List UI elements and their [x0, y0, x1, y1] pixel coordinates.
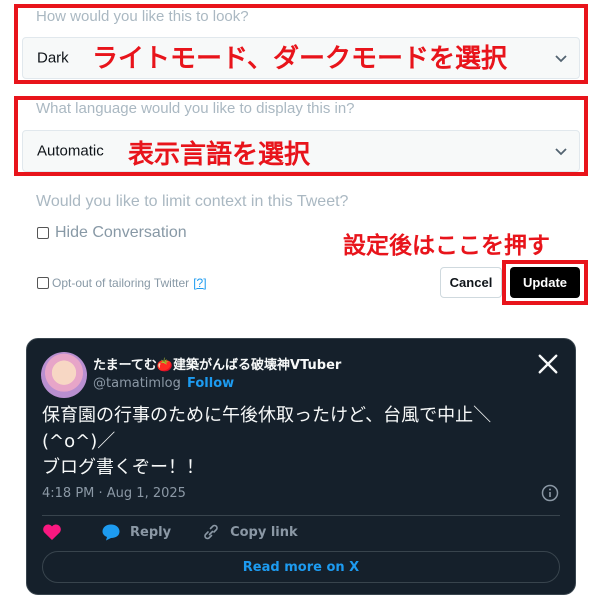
hide-conversation-label: Hide Conversation: [55, 224, 187, 241]
tweet-timestamp[interactable]: 4:18 PM · Aug 1, 2025: [42, 486, 186, 501]
update-highlight-box: [502, 260, 588, 305]
tweet-divider: [42, 515, 560, 516]
link-icon: [204, 524, 218, 540]
tweet-author-name[interactable]: たまーてむ🍅建築がんばる破壊神VTuber: [93, 354, 341, 373]
reply-label: Reply: [130, 524, 172, 540]
checkbox-box[interactable]: [37, 227, 49, 239]
update-annotation: 設定後はここを押す: [343, 233, 550, 259]
info-icon[interactable]: [541, 484, 559, 502]
tweet-text-line: 保育園の行事のために午後休取ったけど、台風で中止＼: [42, 405, 492, 426]
opt-out-help-link[interactable]: [?]: [193, 276, 206, 290]
copy-link-button[interactable]: Copy link: [201, 523, 298, 541]
like-button[interactable]: [42, 523, 71, 541]
hide-conversation-checkbox[interactable]: Hide Conversation: [37, 224, 187, 242]
x-logo-icon[interactable]: [537, 353, 559, 375]
heart-icon: [43, 524, 61, 540]
tweet-text-line: ブログ書くぞー！！: [42, 457, 204, 478]
tweet-actions: Reply Copy link: [42, 523, 328, 541]
avatar[interactable]: [41, 352, 87, 398]
language-annotation: 表示言語を選択: [128, 140, 311, 170]
tweet-text-line: (^o^)／: [42, 431, 116, 452]
reply-button[interactable]: Reply: [101, 523, 171, 541]
copy-link-label: Copy link: [230, 524, 298, 540]
opt-out-checkbox[interactable]: Opt-out of tailoring Twitter [?]: [37, 276, 207, 290]
cancel-button[interactable]: Cancel: [440, 267, 502, 298]
context-label: Would you like to limit context in this …: [36, 193, 349, 210]
tweet-handle[interactable]: @tamatimlog: [93, 376, 181, 391]
tweet-text: 保育園の行事のために午後休取ったけど、台風で中止＼ (^o^)／ ブログ書くぞー…: [42, 403, 562, 481]
read-more-button[interactable]: Read more on X: [42, 551, 560, 583]
reply-bubble-icon: [102, 524, 120, 541]
tweet-card[interactable]: たまーてむ🍅建築がんばる破壊神VTuber @tamatimlog · Foll…: [26, 338, 576, 595]
tweet-separator: ·: [176, 376, 181, 391]
look-annotation: ライトモード、ダークモードを選択: [92, 44, 507, 74]
follow-link[interactable]: Follow: [187, 376, 234, 391]
checkbox-box[interactable]: [37, 277, 49, 289]
opt-out-label: Opt-out of tailoring Twitter: [52, 276, 190, 290]
